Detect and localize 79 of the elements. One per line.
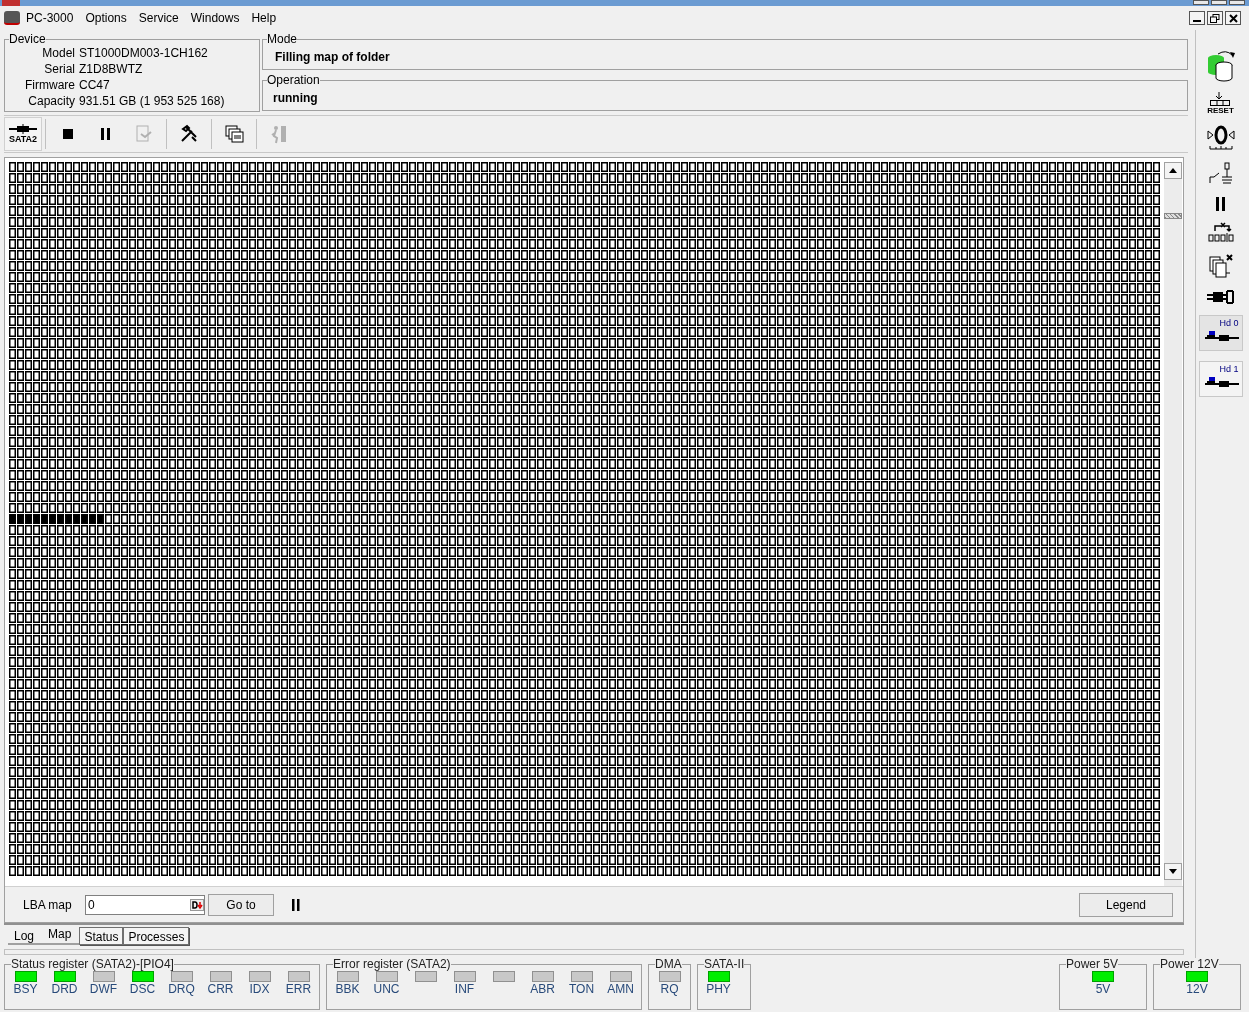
maximize-button[interactable] <box>1211 0 1227 5</box>
decimal-toggle-icon[interactable] <box>190 898 204 911</box>
field-value: 931.51 GB (1 953 525 168) <box>79 93 226 109</box>
operation-value: running <box>273 90 319 107</box>
panel-title: Device <box>9 31 46 48</box>
app-logo-icon <box>4 11 20 25</box>
mode-value: Filling map of folder <box>275 49 391 66</box>
panel-title: SATA-II <box>704 958 745 971</box>
connector-icon <box>9 124 37 134</box>
field-label: Firmware <box>24 77 75 93</box>
led-label: UNC <box>373 982 400 997</box>
led-label: DWF <box>89 982 118 997</box>
led-label: TON <box>568 982 595 997</box>
lba-map-label: LBA map <box>23 896 73 914</box>
led-label: IDX <box>249 982 270 997</box>
drive-swap-icon[interactable] <box>1205 50 1236 82</box>
led-label: ABR <box>530 982 555 997</box>
field-value: ST1000DM003-1CH162 <box>79 45 209 61</box>
field-value: Z1D8BWTZ <box>79 61 144 77</box>
zero-gauge-icon[interactable] <box>1205 125 1236 151</box>
menu-item[interactable]: Help <box>245 9 283 27</box>
pages-icon[interactable] <box>1207 253 1234 279</box>
led-label: 5V <box>1095 982 1111 997</box>
reset-button[interactable]: RESET <box>1207 92 1234 115</box>
head-button[interactable]: Hd 0 <box>1198 315 1243 351</box>
led-label: INF <box>454 982 475 997</box>
panel-title: Power 12V <box>1160 958 1219 971</box>
field-label: Serial <box>43 61 75 77</box>
menu-item[interactable]: Service <box>132 9 185 27</box>
lba-input-field[interactable]: 0 <box>85 894 205 915</box>
led-label: 12V <box>1186 982 1208 997</box>
pause-icon[interactable] <box>1215 197 1226 211</box>
field-label: Model <box>41 45 75 61</box>
panel-title: Operation <box>267 72 320 89</box>
head-icon <box>1204 376 1239 388</box>
blocks-icon[interactable] <box>1206 221 1235 243</box>
led-label: PHY <box>706 982 731 997</box>
led-label: DRQ <box>168 982 195 997</box>
close-button[interactable] <box>1225 11 1241 25</box>
scroll-up-button[interactable] <box>1164 162 1182 179</box>
scroll-down-button[interactable] <box>1164 863 1182 880</box>
app-icon <box>2 0 20 6</box>
led-label: AMN <box>607 982 634 997</box>
go-to-button[interactable]: Go to <box>208 893 274 916</box>
connector-icon[interactable] <box>1206 289 1235 305</box>
up-arrow-icon <box>1169 168 1177 173</box>
field-label: Capacity <box>27 93 75 109</box>
panel-title: Power 5V <box>1066 958 1119 971</box>
down-arrow-icon <box>1169 869 1177 874</box>
sata2-button[interactable]: SATA2 <box>4 117 42 151</box>
switch-icon[interactable] <box>1207 161 1234 187</box>
led-label: DSC <box>129 982 156 997</box>
minimize-button[interactable] <box>1189 11 1205 25</box>
menu-item[interactable]: Windows <box>184 9 246 27</box>
panel-title: DMA <box>655 958 682 971</box>
led-label: RQ <box>660 982 679 997</box>
panel-title: Mode <box>267 31 298 48</box>
menu-item[interactable]: Options <box>79 9 133 27</box>
menu-item[interactable]: PC-3000 <box>20 9 80 27</box>
legend-button[interactable]: Legend <box>1079 892 1173 917</box>
tab[interactable]: Processes <box>123 927 190 945</box>
led-label: BBK <box>335 982 360 997</box>
led-label: ERR <box>285 982 312 997</box>
panel-title: Status register (SATA2)-[PIO4] <box>11 958 174 971</box>
field-value: CC47 <box>79 77 111 93</box>
led-label: DRD <box>51 982 78 997</box>
minimize-button[interactable] <box>1193 0 1209 5</box>
head-icon <box>1204 330 1239 342</box>
led-label: CRR <box>207 982 234 997</box>
pause-icon[interactable] <box>292 898 300 911</box>
restore-button[interactable] <box>1207 11 1223 25</box>
panel-title: Error register (SATA2) <box>333 958 451 971</box>
scroll-thumb[interactable] <box>1164 213 1182 219</box>
close-button[interactable] <box>1229 0 1245 5</box>
led-label: BSY <box>13 982 38 997</box>
scrollbar[interactable] <box>1164 162 1182 886</box>
counter-icon <box>1209 92 1232 106</box>
tab[interactable]: Status <box>79 927 124 945</box>
head-button[interactable]: Hd 1 <box>1198 361 1243 397</box>
